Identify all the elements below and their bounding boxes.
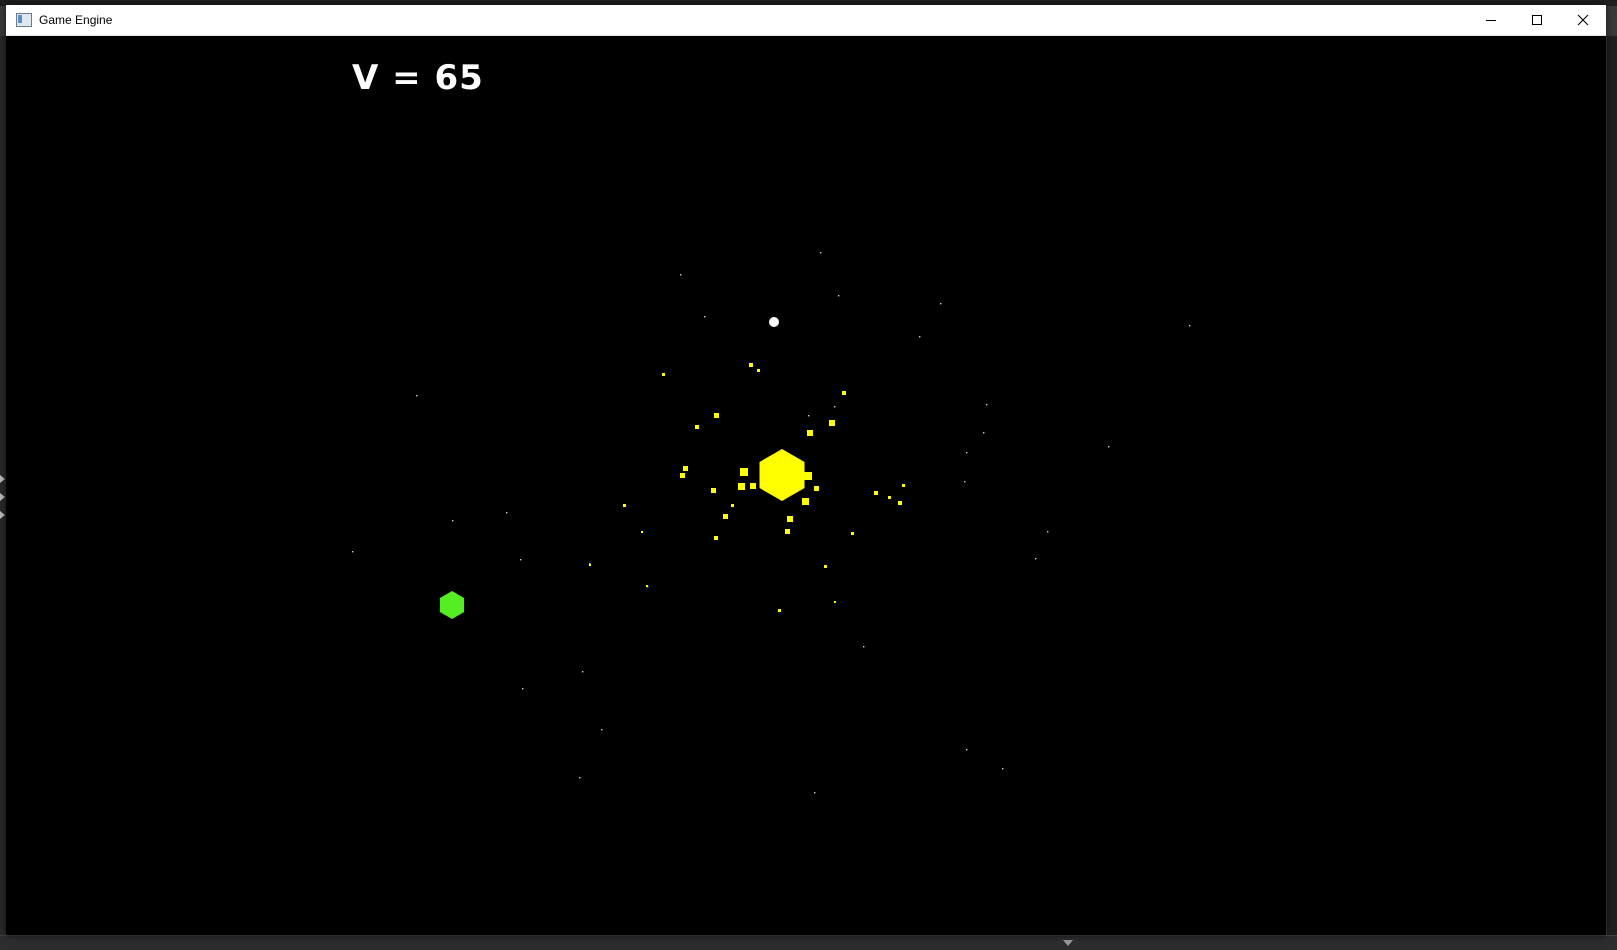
- star: [1108, 446, 1110, 448]
- star: [1047, 531, 1049, 533]
- close-button[interactable]: [1560, 5, 1606, 35]
- background-app-statusbar: [0, 935, 1617, 950]
- star: [506, 512, 508, 514]
- star: [1035, 558, 1037, 560]
- star: [834, 406, 836, 408]
- star: [579, 777, 581, 779]
- debris-particle: [589, 564, 591, 566]
- debris-particle: [757, 369, 760, 372]
- maximize-icon: [1532, 15, 1542, 25]
- debris-particle: [787, 516, 793, 522]
- maximize-button[interactable]: [1514, 5, 1560, 35]
- debris-particle: [874, 491, 878, 495]
- star: [1002, 768, 1004, 770]
- debris-particle: [829, 420, 835, 426]
- desktop: Game Engine V = 65: [0, 0, 1617, 950]
- star: [416, 395, 418, 397]
- debris-particle: [714, 536, 718, 540]
- star: [680, 274, 682, 276]
- debris-particle: [750, 483, 756, 489]
- debris-particle: [641, 531, 643, 533]
- window-title: Game Engine: [39, 13, 113, 27]
- star: [808, 415, 810, 417]
- debris-particle: [680, 473, 685, 478]
- game-scene: [352, 252, 1191, 794]
- star: [986, 404, 988, 406]
- dropdown-arrow-icon[interactable]: [1063, 940, 1073, 946]
- moon: [769, 317, 779, 327]
- debris-particle: [749, 363, 753, 367]
- close-icon: [1577, 14, 1589, 26]
- debris-particle: [898, 501, 902, 505]
- debris-particle: [834, 601, 836, 603]
- debris-particle: [851, 532, 854, 535]
- debris-particle: [711, 488, 716, 493]
- debris-particle: [738, 483, 745, 490]
- player-hexagon: [439, 591, 465, 619]
- star: [966, 749, 968, 751]
- star: [520, 559, 522, 561]
- star: [582, 671, 584, 673]
- background-app-right-panel: [1606, 36, 1617, 936]
- debris-particle: [646, 585, 648, 587]
- star: [522, 688, 524, 690]
- debris-particle: [695, 425, 699, 429]
- velocity-readout: V = 65: [352, 58, 484, 98]
- minimize-icon: [1486, 20, 1496, 21]
- star: [940, 303, 942, 305]
- game-viewport[interactable]: V = 65: [6, 36, 1606, 935]
- debris-particle: [807, 430, 813, 436]
- expand-arrow-icon[interactable]: [0, 475, 5, 483]
- star: [983, 432, 985, 434]
- debris-particle: [662, 373, 665, 376]
- debris-particle: [824, 565, 827, 568]
- debris-particle: [778, 609, 781, 612]
- expand-arrow-icon[interactable]: [0, 511, 5, 519]
- debris-particle: [902, 484, 905, 487]
- star: [863, 646, 865, 648]
- debris-particle: [842, 391, 846, 395]
- star: [966, 452, 968, 454]
- debris-particle: [723, 514, 728, 519]
- star: [820, 252, 822, 254]
- minimize-button[interactable]: [1468, 5, 1514, 35]
- debris-particle: [683, 466, 688, 471]
- star: [452, 520, 454, 522]
- debris-particle: [740, 468, 748, 476]
- debris-particle: [785, 529, 790, 534]
- game-engine-window: Game Engine V = 65: [6, 5, 1606, 935]
- sun-hexagon: [759, 449, 805, 501]
- debris-particle: [623, 504, 626, 507]
- debris-particle: [714, 413, 719, 418]
- star: [1189, 325, 1191, 327]
- star: [704, 316, 706, 318]
- expand-arrow-icon[interactable]: [0, 493, 5, 501]
- star: [352, 551, 354, 553]
- star: [964, 481, 966, 483]
- app-window-icon: [16, 13, 32, 27]
- window-titlebar[interactable]: Game Engine: [6, 5, 1606, 36]
- debris-particle: [804, 472, 812, 480]
- debris-particle: [731, 504, 734, 507]
- debris-particle: [814, 486, 819, 491]
- debris-particle: [888, 496, 891, 499]
- star: [919, 336, 921, 338]
- debris-particle: [802, 498, 809, 505]
- star: [601, 729, 603, 731]
- star: [838, 295, 840, 297]
- star: [814, 792, 816, 794]
